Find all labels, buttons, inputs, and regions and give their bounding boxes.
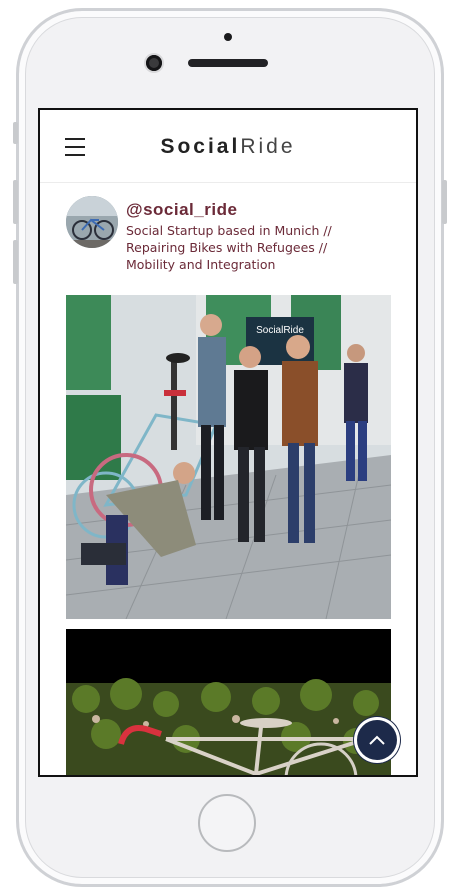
post-image-vintage-bike[interactable] (66, 629, 391, 775)
phone-camera (146, 55, 162, 71)
phone-sensor (224, 33, 232, 41)
sign-text: SocialRide (256, 325, 304, 336)
bio-line: Social Startup based in Munich // (126, 223, 332, 238)
scroll-to-top-button[interactable] (357, 720, 397, 760)
bio-line: Repairing Bikes with Refugees // (126, 240, 328, 255)
brand-name-ride: Ride (240, 135, 296, 158)
app-header: SocialRide (40, 110, 416, 183)
profile-handle[interactable]: @social_ride (126, 200, 237, 220)
brand-logo[interactable]: SocialRide (40, 135, 416, 159)
phone-home-button[interactable] (198, 794, 256, 852)
phone-volume-down (13, 240, 18, 284)
bio-line: Mobility and Integration (126, 257, 276, 272)
chevron-up-icon (369, 735, 385, 745)
app-screen: SocialRide @social_ride Social Startup b… (38, 108, 418, 777)
phone-mute-switch (13, 122, 18, 144)
phone-volume-up (13, 180, 18, 224)
profile-bio: Social Startup based in Munich // Repair… (126, 222, 381, 273)
profile-avatar[interactable] (66, 196, 118, 248)
phone-power-button (442, 180, 447, 224)
phone-speaker (188, 59, 268, 67)
brand-name-social: Social (160, 135, 241, 158)
post-image-bike-repair-team[interactable]: SocialRide (66, 295, 391, 619)
